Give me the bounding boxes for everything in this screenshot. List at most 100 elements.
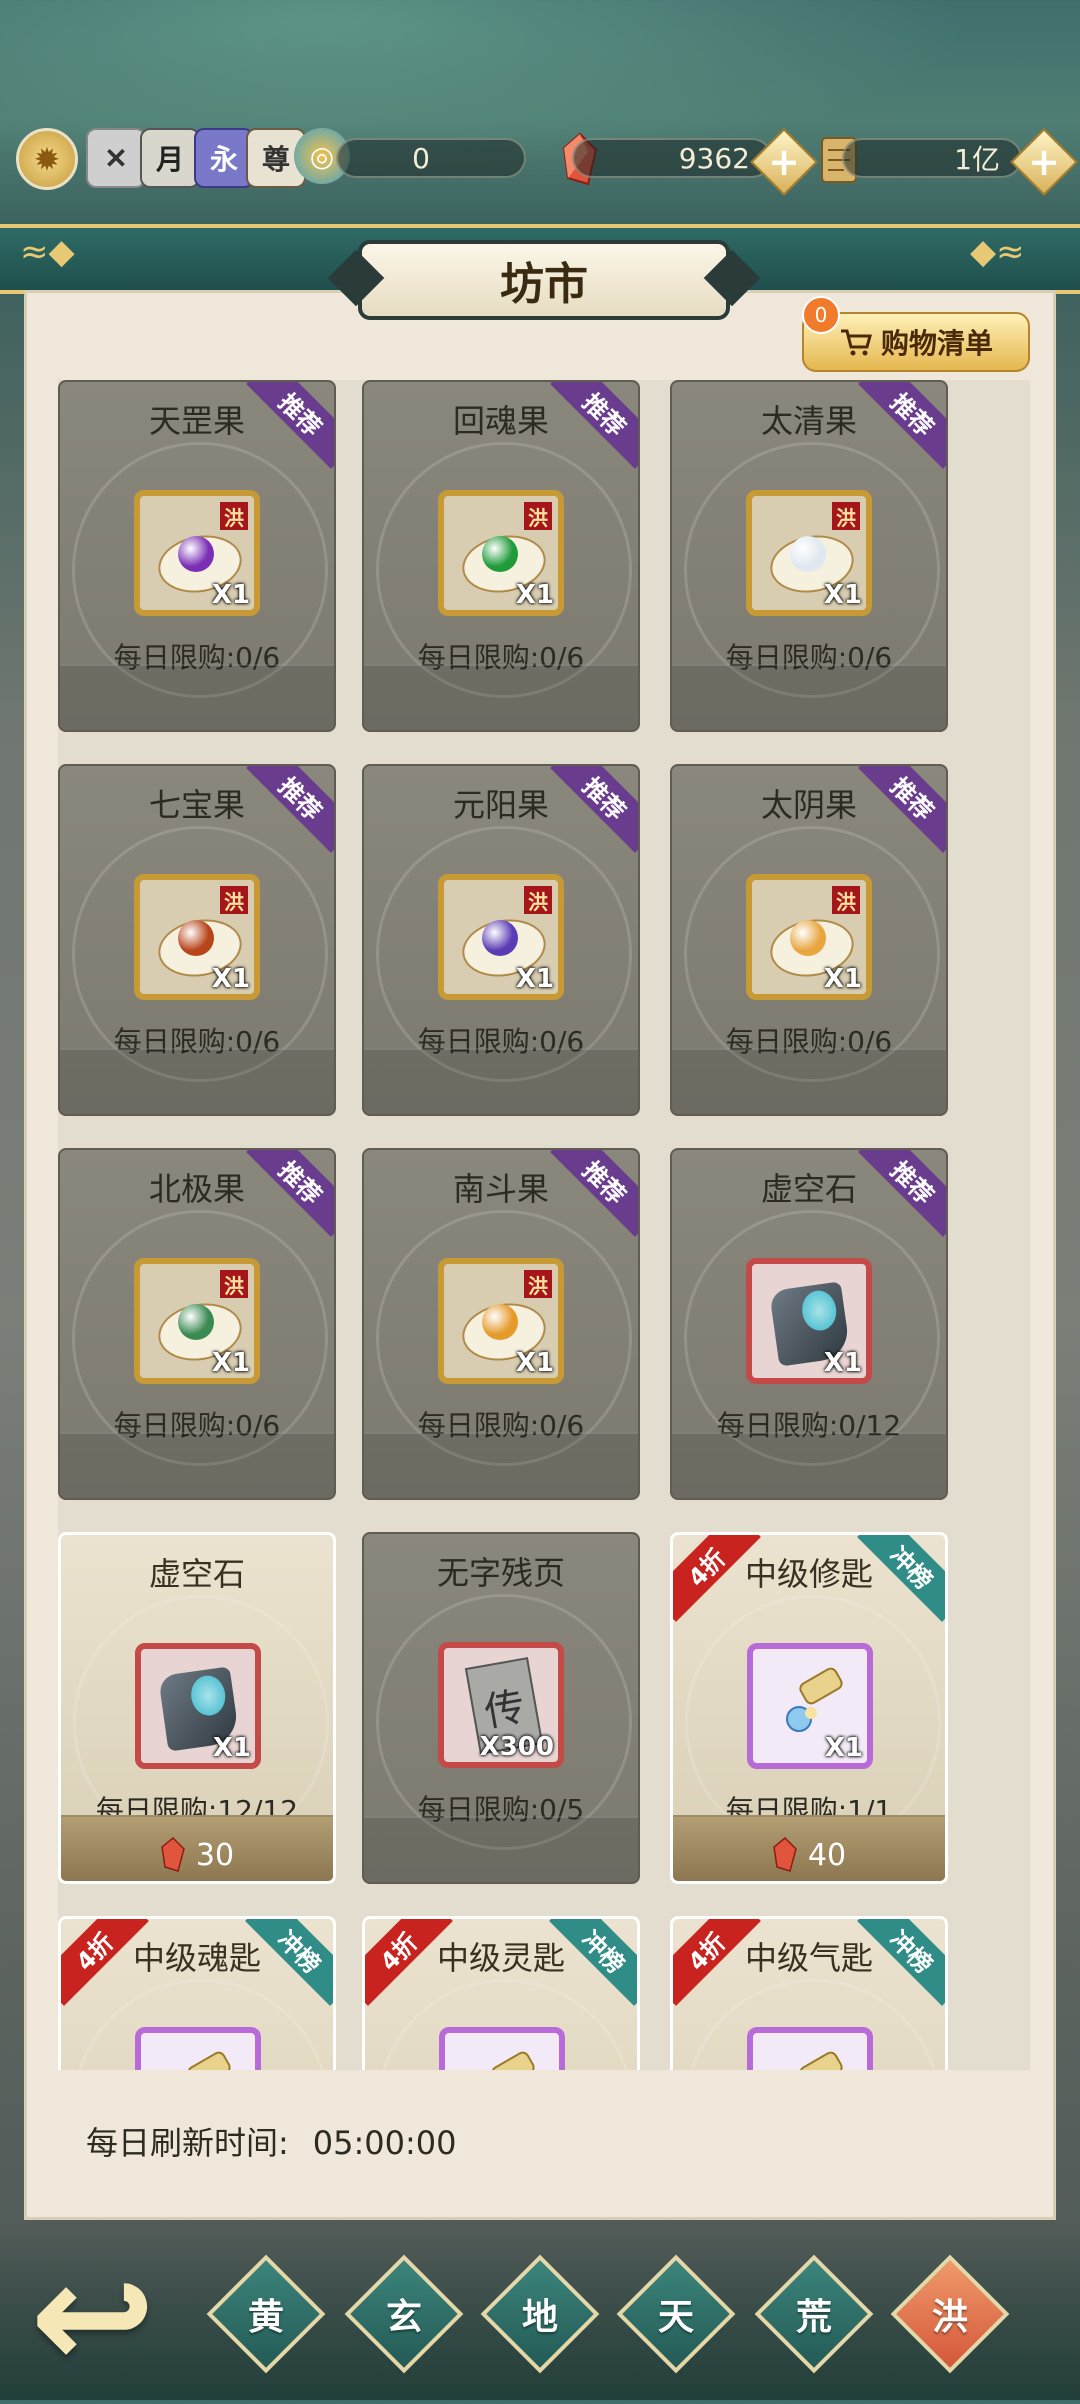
tab-label: 地 [521,2296,558,2338]
item-icon-frame[interactable] [439,2027,565,2070]
price-value: 30 [195,1837,235,1873]
item-quantity: X1 [211,1348,250,1378]
price-value: 40 [807,1837,847,1873]
item-icon-frame[interactable]: 洪 X1 [438,490,564,616]
card-base [60,1048,334,1114]
refresh-info: 每日刷新时间: 05:00:00 [86,2118,457,2164]
shop-item-card[interactable]: 虚空石 X1 每日限购:12/12 30 [58,1532,336,1884]
cart-count-badge: 0 [802,296,840,334]
tier-tab[interactable]: 天 [616,2254,736,2374]
gem-icon [161,1837,185,1872]
shop-item-card[interactable]: 北极果洪 X1 每日限购:0/6 推荐 [58,1148,336,1500]
item-icon-frame[interactable]: X1 [746,1258,872,1384]
shop-item-card[interactable]: 太清果洪 X1 每日限购:0/6 推荐 [670,380,948,732]
fruit-icon [178,920,214,956]
yue-icon[interactable]: 月 [140,128,200,188]
item-quantity: X1 [824,1733,863,1763]
shop-item-card[interactable]: 虚空石 X1 每日限购:0/12 推荐 [670,1148,948,1500]
tab-label: 荒 [795,2296,832,2338]
shop-item-card[interactable]: 中级魂匙 冲榜 4折 [58,1916,336,2070]
price-button[interactable]: 30 [61,1837,333,1873]
tier-tab[interactable]: 洪 [890,2254,1010,2374]
gem-icon [773,1837,797,1872]
shop-item-card[interactable]: 元阳果洪 X1 每日限购:0/6 推荐 [362,764,640,1116]
item-icon-frame[interactable]: 洪 X1 [746,874,872,1000]
card-base [364,1816,638,1882]
card-base [672,1432,946,1498]
fruit-icon [790,536,826,572]
card-base [672,1048,946,1114]
resource-counter: 0 [336,138,526,178]
plus-icon: + [768,140,800,184]
shop-item-card[interactable]: 天罡果洪 X1 每日限购:0/6 推荐 [58,380,336,732]
resource-bar: ✹ ✕ 月 永 尊 ◎ 0 9362 + 1亿 + [0,128,1080,198]
hong-tag-icon: 洪 [220,886,248,914]
item-quantity: X1 [823,1348,862,1378]
shop-item-card[interactable]: 南斗果洪 X1 每日限购:0/6 推荐 [362,1148,640,1500]
hong-tag-icon: 洪 [832,886,860,914]
page-title: 坊市 [358,240,730,320]
cloud-ornament-icon: ≈◆ [20,232,75,272]
shop-item-card[interactable]: 中级修匙 X1 每日限购:1/1 40 冲榜 4折 [670,1532,948,1884]
shop-item-card[interactable]: 七宝果洪 X1 每日限购:0/6 推荐 [58,764,336,1116]
item-quantity: X1 [515,964,554,994]
refresh-time: 05:00:00 [312,2124,457,2162]
card-base [60,664,334,730]
item-icon-frame[interactable]: 洪 X1 [746,490,872,616]
item-name: 虚空石 [148,1555,245,1593]
fruit-icon [482,920,518,956]
tier-tab[interactable]: 玄 [344,2254,464,2374]
back-arrow-icon[interactable]: ↩ [30,2242,230,2392]
key-scroll-icon [491,2051,535,2070]
key-scroll-icon [799,2051,843,2070]
add-scrolls-button[interactable]: + [1010,128,1078,196]
item-icon-frame[interactable]: 传 X300 [438,1642,564,1768]
item-icon-frame[interactable] [747,2027,873,2070]
shop-item-card[interactable]: 中级气匙 冲榜 4折 [670,1916,948,2070]
add-gems-button[interactable]: + [750,128,818,196]
shop-item-card[interactable]: 太阴果洪 X1 每日限购:0/6 推荐 [670,764,948,1116]
hong-tag-icon: 洪 [220,502,248,530]
gear-icon[interactable]: ✹ [16,128,78,190]
tier-tab[interactable]: 黄 [206,2254,326,2374]
item-quantity: X1 [212,1733,251,1763]
item-icon-frame[interactable]: 洪 X1 [134,1258,260,1384]
gem-counter: 9362 [572,138,772,178]
item-icon-frame[interactable] [135,2027,261,2070]
tab-label: 天 [657,2296,694,2338]
item-quantity: X1 [515,580,554,610]
shopping-list-label: 购物清单 [880,327,993,360]
tab-label: 玄 [385,2296,422,2338]
tier-tab[interactable]: 地 [480,2254,600,2374]
shop-item-card[interactable]: 中级灵匙 冲榜 4折 [362,1916,640,2070]
shop-item-card[interactable]: 回魂果洪 X1 每日限购:0/6 推荐 [362,380,640,732]
scroll-counter: 1亿 [842,138,1022,178]
badge-icon[interactable]: ✕ [86,128,146,188]
item-icon-frame[interactable]: X1 [747,1643,873,1769]
cloud-ornament-icon: ◆≈ [970,232,1025,272]
tier-tab[interactable]: 荒 [754,2254,874,2374]
hong-tag-icon: 洪 [524,886,552,914]
item-quantity: X1 [515,1348,554,1378]
shop-item-card[interactable]: 无字残页传 X300 每日限购:0/5 [362,1532,640,1884]
card-base [364,1048,638,1114]
item-icon-frame[interactable]: 洪 X1 [438,874,564,1000]
hong-tag-icon: 洪 [220,1270,248,1298]
card-base [672,664,946,730]
item-icon-frame[interactable]: X1 [135,1643,261,1769]
key-scroll-icon [786,1667,843,1732]
item-icon-frame[interactable]: 洪 X1 [134,490,260,616]
item-icon-frame[interactable]: 洪 X1 [438,1258,564,1384]
yong-icon[interactable]: 永 [194,128,254,188]
item-icon-frame[interactable]: 洪 X1 [134,874,260,1000]
card-base [364,1432,638,1498]
item-quantity: X1 [211,964,250,994]
item-quantity: X1 [823,964,862,994]
card-base [60,1432,334,1498]
fruit-icon [178,1304,214,1340]
hong-tag-icon: 洪 [524,1270,552,1298]
fruit-icon [482,536,518,572]
price-button[interactable]: 40 [673,1837,945,1873]
fruit-icon [178,536,214,572]
plus-icon: + [1028,140,1060,184]
